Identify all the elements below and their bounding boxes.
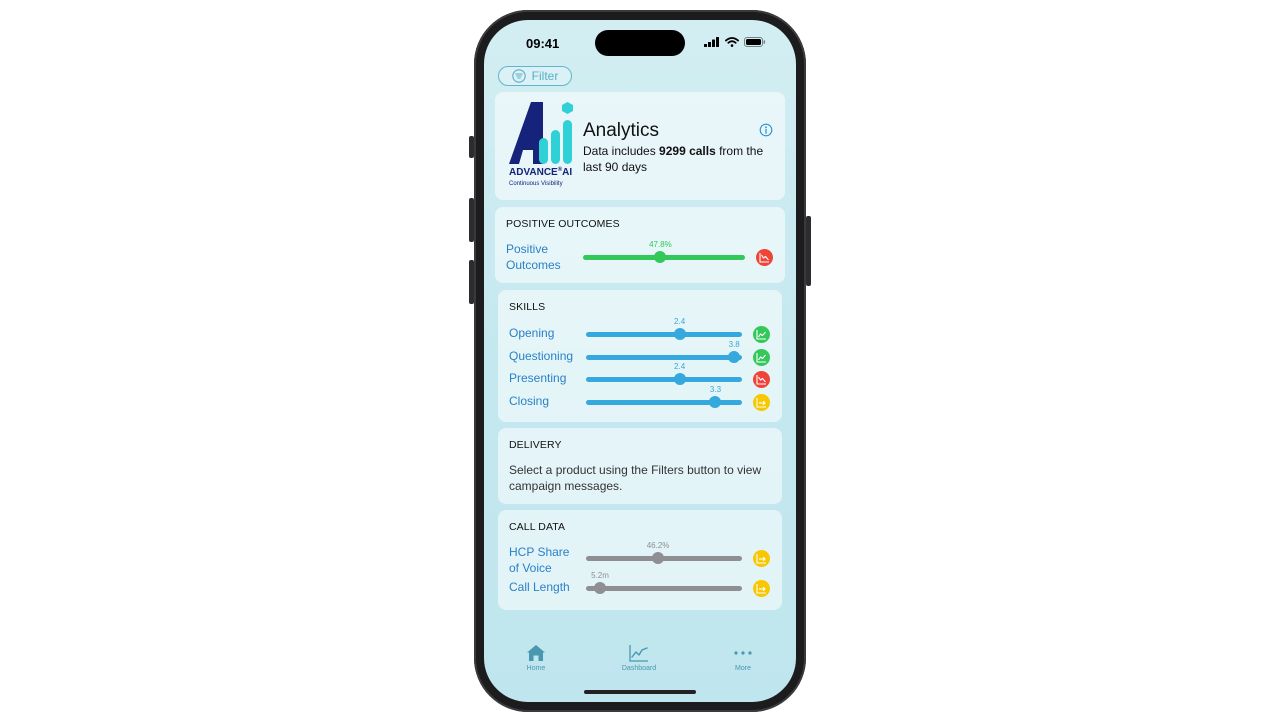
- logo-tagline: Continuous Visibility: [509, 181, 563, 187]
- home-icon: [527, 645, 545, 661]
- positive-outcomes-knob: [654, 251, 667, 263]
- call-length-value: 5.2m: [591, 571, 609, 580]
- hcp-share-of-voice-slider: 46.2%: [586, 541, 742, 564]
- skill-label-opening[interactable]: Opening: [509, 326, 554, 342]
- tab-dashboard[interactable]: Dashboard: [599, 644, 679, 672]
- skill-knob-opening: [673, 328, 686, 340]
- hcp-share-of-voice-value: 46.2%: [646, 541, 670, 550]
- trend-up-icon: [753, 348, 770, 366]
- skill-slider-closing: 3.3: [586, 385, 742, 409]
- filter-button[interactable]: Filter: [498, 66, 572, 86]
- skill-slider-opening: 2.4: [586, 317, 742, 340]
- logo-mark: [509, 102, 573, 164]
- tab-more[interactable]: More: [703, 644, 783, 672]
- skills-title: SKILLS: [509, 301, 546, 313]
- skill-value-opening: 2.4: [674, 317, 686, 326]
- call-count: 9299 calls: [659, 144, 716, 158]
- analytics-title: Analytics: [583, 120, 660, 141]
- trend-flat-icon: [753, 580, 770, 597]
- call-data-title: CALL DATA: [509, 521, 566, 533]
- call-length-slider: 5.2m: [586, 571, 742, 594]
- skill-value-closing: 3.3: [709, 385, 722, 395]
- trend-flat-icon: [753, 550, 770, 567]
- tab-bar: Home Dashboard More: [484, 640, 796, 690]
- skill-knob-presenting: [673, 373, 686, 386]
- call-data-card: CALL DATA HCP Share of Voice 46.2% Call Len…: [498, 510, 782, 610]
- app-screen: 09:41 Filter ADVANCE®AI Continuous Visib…: [484, 20, 796, 702]
- action-button: [469, 136, 474, 158]
- dynamic-island: [595, 30, 685, 56]
- power-button: [806, 216, 811, 286]
- skill-knob-closing: [709, 396, 722, 409]
- positive-outcomes-title: POSITIVE OUTCOMES: [506, 218, 620, 230]
- delivery-title: DELIVERY: [509, 439, 562, 451]
- tab-dashboard-label: Dashboard: [621, 665, 657, 672]
- home-indicator[interactable]: [584, 690, 696, 694]
- skill-label-closing[interactable]: Closing: [509, 394, 549, 410]
- filter-icon: [511, 69, 526, 83]
- skill-label-questioning[interactable]: Questioning: [509, 349, 573, 365]
- positive-outcomes-label[interactable]: Positive Outcomes: [506, 242, 561, 273]
- skill-label-presenting[interactable]: Presenting: [509, 371, 566, 387]
- tab-home-label: Home: [526, 665, 546, 672]
- skill-slider-presenting: 2.4: [586, 362, 742, 386]
- hcp-share-of-voice-label[interactable]: HCP Share of Voice: [509, 545, 569, 576]
- trend-up-icon: [753, 326, 770, 343]
- advance-ai-logo: ADVANCE®AI Continuous Visibility: [509, 102, 579, 192]
- hcp-share-of-voice-knob: [652, 552, 665, 564]
- chart-line-icon: [629, 645, 648, 662]
- skill-value-presenting: 2.4: [674, 362, 686, 372]
- delivery-message: Select a product using the Filters butto…: [509, 463, 762, 493]
- skill-knob-questioning: [728, 350, 741, 363]
- positive-outcomes-slider: 47.8%: [583, 240, 745, 263]
- volume-down-button: [469, 260, 474, 304]
- status-time: 09:41: [526, 36, 560, 51]
- cellular-signal-icon: [704, 37, 719, 47]
- trend-flat-icon: [753, 394, 770, 412]
- skill-value-questioning: 3.8: [728, 339, 740, 349]
- analytics-card: ADVANCE®AI Continuous Visibility Analyti…: [495, 92, 785, 200]
- positive-outcomes-card: POSITIVE OUTCOMES Positive Outcomes 47.8%: [495, 207, 785, 283]
- skills-card: SKILLS Opening 2.4 Questioning 3.8 Presentin…: [498, 290, 782, 422]
- filter-label: Filter: [531, 69, 559, 83]
- logo-wordmark: ADVANCE®AI: [509, 167, 573, 178]
- skill-slider-questioning: 3.8: [586, 340, 742, 363]
- status-icons: [704, 37, 766, 47]
- info-icon[interactable]: [759, 123, 773, 137]
- trend-down-icon: [756, 249, 773, 266]
- trend-down-icon: [753, 371, 770, 389]
- call-length-knob: [594, 582, 607, 594]
- tab-home[interactable]: Home: [496, 644, 576, 672]
- analytics-description: Data includes 9299 calls from the last 9…: [583, 144, 764, 174]
- volume-up-button: [469, 198, 474, 242]
- ellipsis-icon: [734, 651, 752, 655]
- tab-more-label: More: [735, 665, 751, 672]
- battery-icon: [744, 37, 766, 47]
- call-length-label[interactable]: Call Length: [509, 580, 570, 596]
- wifi-icon: [725, 37, 739, 47]
- delivery-card: DELIVERY Select a product using the Filt…: [498, 428, 782, 504]
- positive-outcomes-value: 47.8%: [649, 240, 672, 249]
